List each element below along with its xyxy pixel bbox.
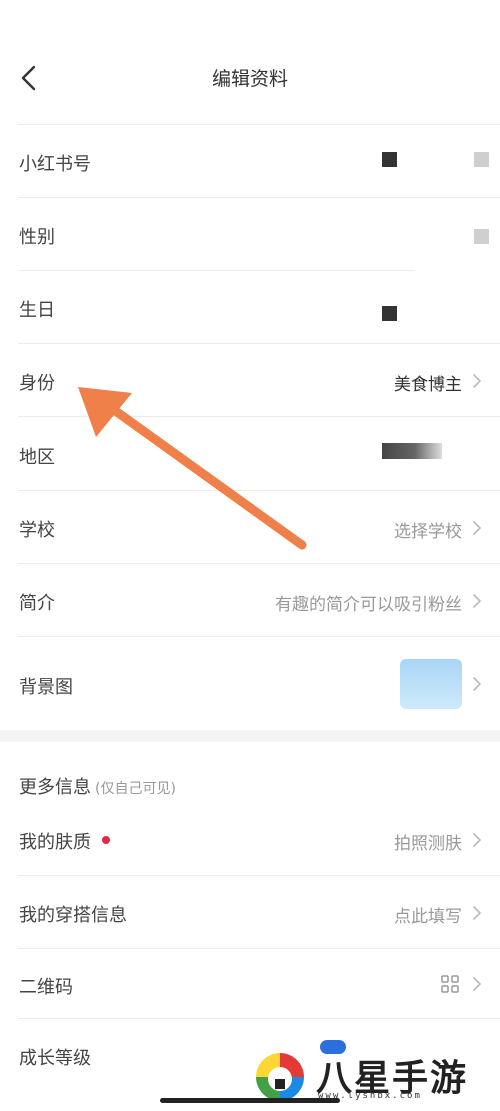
row-value: 点此填写 [394,907,462,927]
row-skin-type[interactable]: 我的肤质 拍照测肤 [0,804,500,876]
row-label: 二维码 [19,977,73,998]
section-title: 更多信息 (仅自己可见) [19,773,176,799]
red-dot-badge [102,836,110,844]
copy-icon[interactable] [474,152,489,167]
row-qr-code[interactable]: 二维码 [0,949,500,1019]
row-label: 简介 [19,593,55,614]
chevron-right-icon [473,521,481,535]
row-label: 生日 [19,300,55,321]
row-label: 我的肤质 [19,832,91,853]
row-background-image[interactable]: 背景图 [0,637,500,730]
row-birthday[interactable]: 生日 [0,271,500,344]
row-label: 小红书号 [19,154,91,175]
row-label: 学校 [19,520,55,541]
section-subtitle: (仅自己可见) [95,781,176,797]
row-label: 背景图 [19,677,73,698]
redacted-value [382,306,397,321]
row-value: 美食博主 [394,375,462,395]
chevron-right-icon [473,906,481,920]
chevron-right-icon [473,374,481,388]
row-value: 选择学校 [394,522,462,542]
section-title-text: 更多信息 [19,777,91,798]
redacted-value [382,152,397,167]
qr-grid-icon [441,975,459,993]
row-label: 性别 [19,227,55,248]
chevron-right-icon [473,977,481,991]
page-title: 编辑资料 [211,68,288,90]
background-thumbnail [400,659,462,709]
row-redbook-id[interactable]: 小红书号 [0,125,500,198]
row-label: 地区 [19,447,55,468]
chevron-right-icon [473,677,481,691]
redacted-value [382,443,442,459]
chevron-right-icon [473,833,481,847]
watermark-text: 八星手游网 [316,1058,469,1111]
chevron-right-icon [474,229,489,244]
row-outfit-info[interactable]: 我的穿搭信息 点此填写 [0,876,500,949]
row-value: 有趣的简介可以吸引粉丝 [275,595,462,615]
watermark-logo [256,1053,304,1101]
header: 编辑资料 [0,0,500,125]
row-label: 我的穿搭信息 [19,905,127,926]
row-region[interactable]: 地区 [0,417,500,491]
row-bio[interactable]: 简介 有趣的简介可以吸引粉丝 [0,564,500,637]
row-school[interactable]: 学校 选择学校 [0,491,500,564]
row-label: 身份 [19,373,55,394]
home-indicator[interactable] [160,1098,340,1103]
row-identity[interactable]: 身份 美食博主 [0,344,500,417]
row-value: 拍照测肤 [394,834,462,854]
section-separator [0,730,500,742]
chevron-right-icon [473,594,481,608]
row-gender[interactable]: 性别 [0,198,500,271]
row-label: 成长等级 [19,1048,91,1069]
